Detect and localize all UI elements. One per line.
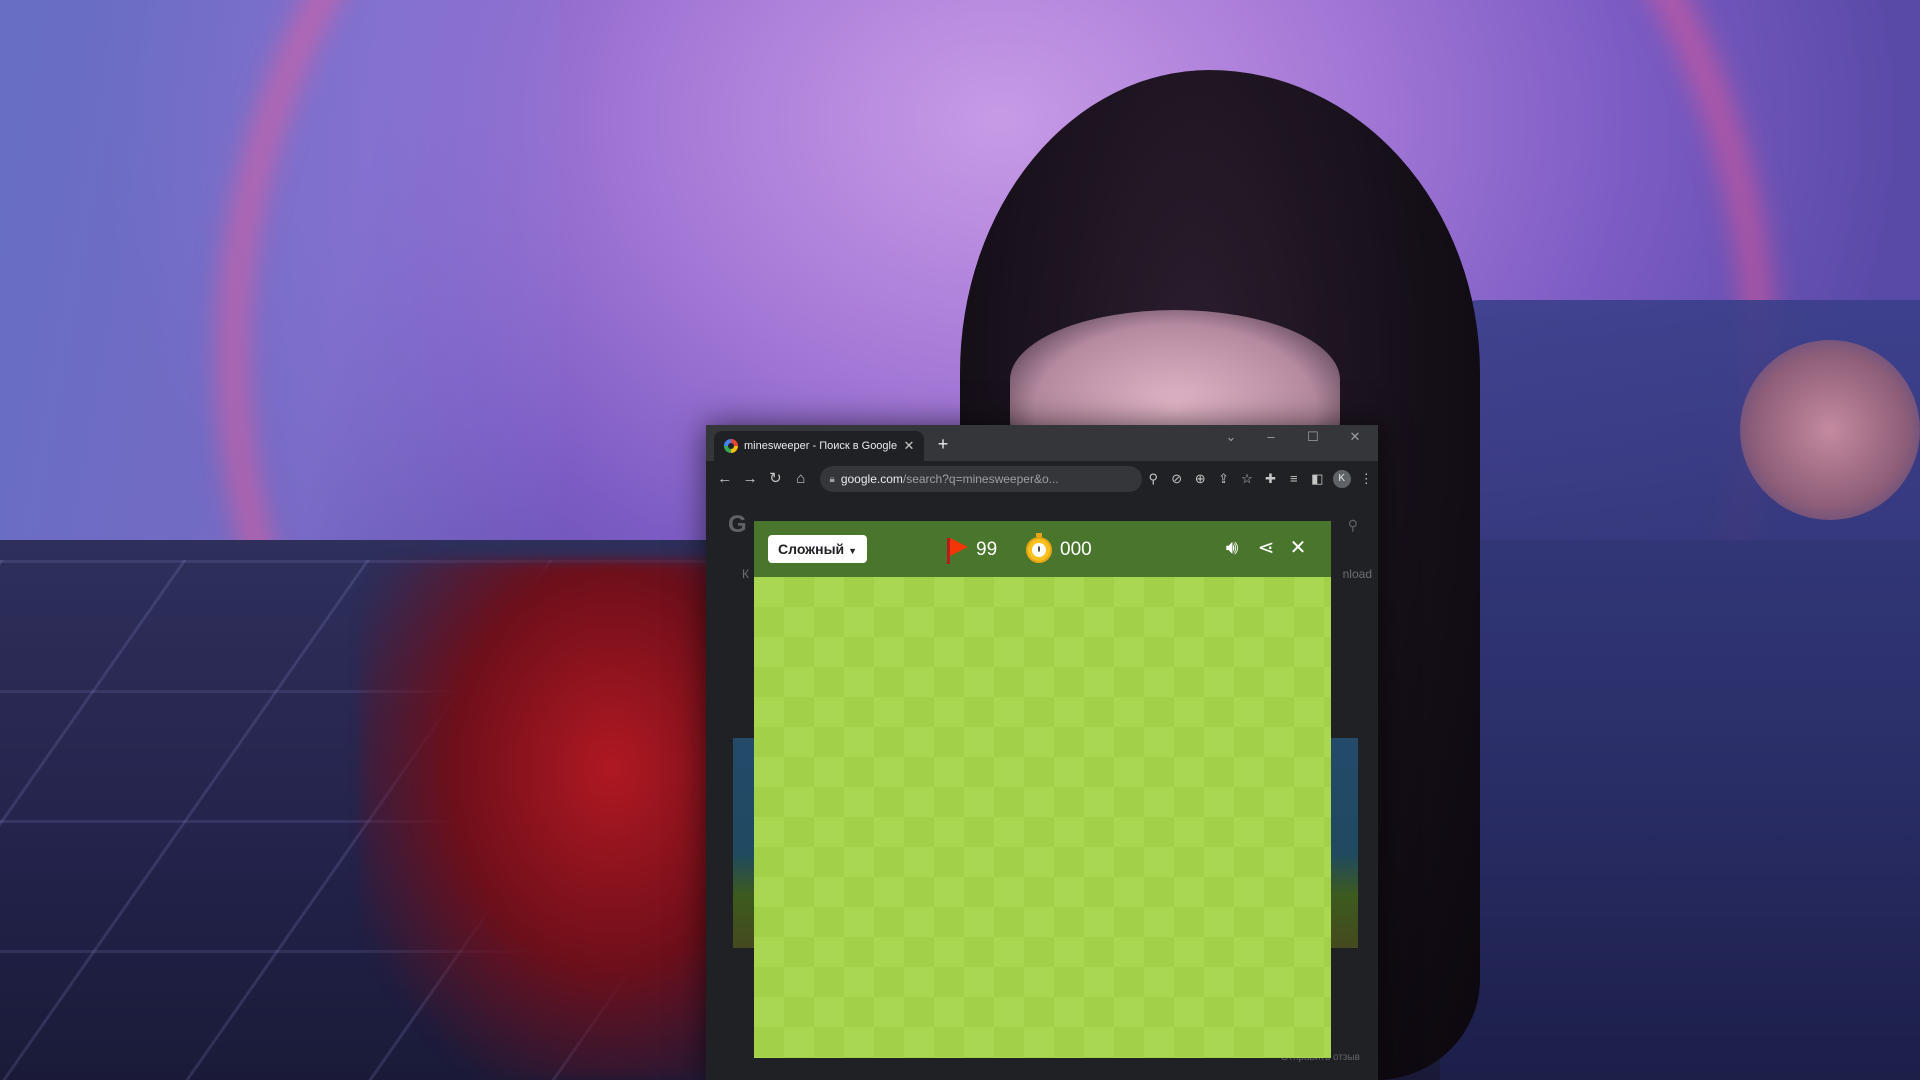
tab-close-icon[interactable]: ✕ <box>900 438 918 454</box>
search-icon[interactable]: ⚲ <box>1348 517 1358 534</box>
speaker-icon[interactable]: 🔊︎ <box>1218 533 1246 563</box>
flag-icon <box>944 536 968 564</box>
back-arrow-icon[interactable]: ← <box>712 466 737 492</box>
new-tab-button[interactable]: + <box>931 432 955 456</box>
hand <box>1740 340 1920 520</box>
tab-title: minesweeper - Поиск в Google <box>744 440 898 452</box>
timer-value: 000 <box>1060 539 1092 560</box>
download-link-fragment[interactable]: nload <box>1343 567 1372 581</box>
tab-minesweeper[interactable]: minesweeper - Поиск в Google ✕ <box>714 431 924 461</box>
flags-remaining: 99 <box>976 539 998 560</box>
url-host: google.com <box>840 472 903 486</box>
share-icon[interactable]: ⋖ <box>1252 533 1280 563</box>
tab-search-chevron-down-icon[interactable]: ⌄ <box>1216 429 1246 445</box>
location-icon[interactable]: ⚲ <box>1142 466 1165 492</box>
address-bar[interactable]: 🔒︎ google.com /search?q=minesweeper&o... <box>819 466 1142 492</box>
profile-avatar[interactable]: K <box>1332 470 1351 488</box>
blocked-popup-icon[interactable]: ⊘ <box>1165 466 1188 492</box>
browser-toolbar: ← → ↻ ⌂ 🔒︎ google.com /search?q=mineswee… <box>706 461 1378 497</box>
google-favicon-icon <box>724 439 738 453</box>
difficulty-label: Сложный <box>778 541 845 557</box>
window-close-button[interactable]: ✕ <box>1340 429 1370 445</box>
timer: 000 <box>1026 533 1092 565</box>
home-icon[interactable]: ⌂ <box>788 466 813 492</box>
puzzle-icon[interactable]: ✚ <box>1259 466 1282 492</box>
results-tab-fragment[interactable]: К <box>742 567 749 581</box>
maximize-button[interactable]: ☐ <box>1298 429 1328 445</box>
stopwatch-icon <box>1026 533 1052 563</box>
close-game-button[interactable]: ✕ <box>1284 533 1312 563</box>
minimize-button[interactable]: – <box>1256 429 1286 444</box>
star-icon[interactable]: ☆ <box>1235 466 1258 492</box>
flag-counter: 99 <box>944 535 997 565</box>
more-menu-icon[interactable]: ⋮ <box>1355 466 1378 492</box>
share-icon[interactable]: ⇪ <box>1212 466 1235 492</box>
reading-list-icon[interactable]: ≡ <box>1282 466 1305 492</box>
tab-bar: minesweeper - Поиск в Google ✕ + ⌄ – ☐ ✕ <box>706 425 1378 461</box>
minesweeper-header: Сложный ▼ 99 000 🔊︎ ⋖ ✕ <box>754 521 1331 577</box>
side-panel-icon[interactable]: ◧ <box>1306 466 1329 492</box>
lock-icon: 🔒︎ <box>829 473 835 485</box>
difficulty-select[interactable]: Сложный ▼ <box>768 535 868 563</box>
reload-icon[interactable]: ↻ <box>763 466 788 492</box>
zoom-icon[interactable]: ⊕ <box>1188 466 1211 492</box>
forward-arrow-icon[interactable]: → <box>737 466 762 492</box>
url-path: /search?q=minesweeper&o... <box>902 472 1059 486</box>
minesweeper-board[interactable] <box>754 577 1331 1058</box>
caret-down-icon: ▼ <box>848 546 858 556</box>
